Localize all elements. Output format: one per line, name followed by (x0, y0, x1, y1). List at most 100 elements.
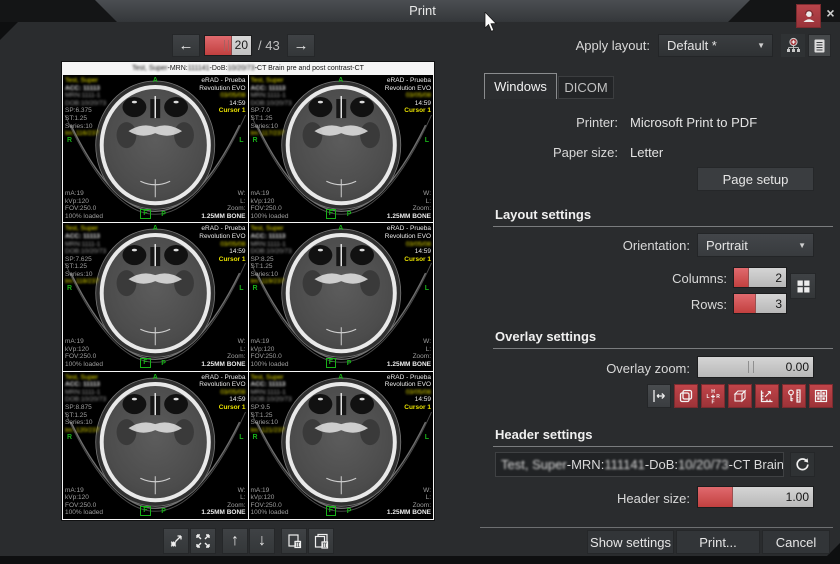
overlay-settings-title: Overlay settings (495, 329, 596, 344)
prev-page-button[interactable]: ← (172, 34, 200, 57)
dialog-title: Print (95, 0, 750, 22)
overlay-zoom-handle[interactable] (748, 361, 754, 373)
header-text-input[interactable]: Test, Super-MRN:111141-DoB:10/20/73-CT B… (495, 452, 784, 477)
arrow-left-icon: ← (179, 37, 194, 54)
chevron-down-icon: ▼ (757, 41, 765, 50)
preview-cell[interactable]: Test, SuperACC: 11113MRN:1111-1DOB:10/20… (249, 75, 434, 222)
chevron-down-icon: ▼ (798, 241, 806, 250)
mouse-cursor (484, 12, 498, 33)
header-size-slider[interactable]: 1.00 (697, 486, 814, 508)
show-settings-button[interactable]: Show settings (587, 530, 674, 554)
move-page-up-icon: ↑ (231, 532, 239, 550)
page-setup-button[interactable]: Page setup (697, 167, 814, 191)
preview-cell-grid: Test, SuperACC: 11113MRN:1111-1DOB:10/20… (63, 75, 433, 519)
page-number-drag-handle[interactable] (205, 36, 232, 55)
orientation-marker-left: L (239, 137, 243, 145)
cell-overlay-bottom-right: W:L:Zoom:1.25MM BONE (387, 338, 431, 368)
show-settings-label: Show settings (590, 535, 671, 550)
rows-drag-handle[interactable] (734, 294, 756, 313)
save-layout-button[interactable] (781, 34, 805, 57)
orientation-marker-anterior: A (338, 374, 343, 382)
cell-overlay-top-left: Test, SuperACC: 11113MRN:1111-1DOB:10/20… (251, 77, 292, 138)
apply-layout-select[interactable]: Default * ▼ (658, 34, 773, 57)
delete-page-button[interactable] (281, 528, 307, 554)
orientation-marker-posterior: P (161, 211, 166, 219)
orientation-cube-toggle[interactable] (728, 384, 752, 408)
orientation-select[interactable]: Portrait ▼ (697, 233, 814, 257)
cell-overlay-top-left: Test, SuperACC: 11113MRN:1111-1DOB:10/20… (251, 374, 292, 435)
orientation-marker-anterior: A (153, 77, 158, 85)
cell-overlay-top-left: Test, SuperACC: 11113MRN:1111-1DOB:10/20… (251, 225, 292, 286)
preview-cell[interactable]: Test, SuperACC: 11113MRN:1111-1DOB:10/20… (249, 223, 434, 370)
overlay-settings-divider (493, 348, 833, 349)
preview-cell[interactable]: Test, SuperACC: 11113MRN:1111-1DOB:10/20… (249, 372, 434, 519)
delete-page-icon (286, 533, 303, 550)
orientation-marker-flip-box: F (326, 209, 336, 219)
fit-content-button[interactable] (163, 528, 189, 554)
move-page-up-button[interactable]: ↑ (222, 528, 248, 554)
overlay-zoom-slider[interactable]: 0.00 (697, 356, 814, 378)
footer-divider (480, 527, 833, 528)
header-size-label: Header size: (480, 488, 690, 510)
cell-overlay-bottom-left: mA:19kVp:120FOV:250.0100% loaded (65, 487, 103, 517)
orientation-marker-posterior: P (347, 508, 352, 516)
rows-stepper[interactable]: 3 (733, 293, 787, 314)
header-reset-button[interactable] (790, 452, 815, 477)
overlay-stack-toggle[interactable] (674, 384, 698, 408)
cell-overlay-top-right: eRAD - PruebaRevolution EVO03/05/0814:59… (385, 77, 431, 115)
cell-overlay-bottom-left: mA:19kVp:120FOV:250.0100% loaded (65, 190, 103, 220)
ruler-corner-icon (759, 388, 775, 404)
page-number-stepper[interactable]: 20 (204, 35, 252, 56)
measure-key-toggle[interactable] (782, 384, 806, 408)
printer-label: Printer: (480, 112, 618, 134)
next-page-button[interactable]: → (287, 34, 315, 57)
orientation-letters-toggle[interactable]: H L R F (701, 384, 725, 408)
cell-overlay-bottom-left: mA:19kVp:120FOV:250.0100% loaded (251, 190, 289, 220)
columns-drag-handle[interactable] (734, 268, 749, 287)
move-page-down-button[interactable]: ↓ (249, 528, 275, 554)
columns-label: Columns: (480, 268, 727, 290)
fit-content-icon (168, 533, 184, 549)
orientation-marker-flip-box: F (326, 506, 336, 516)
overlay-grid-toggle[interactable] (809, 384, 833, 408)
tab-dicom[interactable]: DICOM (558, 76, 614, 99)
columns-stepper[interactable]: 2 (733, 267, 787, 288)
expand-button[interactable] (190, 528, 216, 554)
header-size-handle[interactable] (698, 487, 733, 507)
tab-windows[interactable]: Windows (484, 73, 557, 99)
grid-layout-button[interactable] (790, 273, 816, 299)
preview-cell[interactable]: Test, SuperACC: 11113MRN:1111-1DOB:10/20… (63, 75, 248, 222)
overlay-pan-toggle[interactable] (647, 384, 671, 408)
support-button[interactable] (796, 4, 821, 28)
cell-overlay-top-right: eRAD - PruebaRevolution EVO03/05/0814:59… (199, 374, 245, 412)
preview-page-header: Test, Super-MRN:111141-DoB:10/20/73-CT B… (62, 62, 434, 75)
cell-overlay-bottom-left: mA:19kVp:120FOV:250.0100% loaded (65, 338, 103, 368)
orientation-marker-right: R (253, 137, 258, 145)
preview-cell[interactable]: Test, SuperACC: 11113MRN:1111-1DOB:10/20… (63, 372, 248, 519)
overlay-zoom-label: Overlay zoom: (480, 358, 690, 380)
cancel-button[interactable]: Cancel (762, 530, 830, 554)
orientation-marker-right: R (253, 285, 258, 293)
preview-cell[interactable]: Test, SuperACC: 11113MRN:1111-1DOB:10/20… (63, 223, 248, 370)
layout-settings-title: Layout settings (495, 207, 591, 222)
print-button[interactable]: Print... (676, 530, 760, 554)
refresh-icon (794, 456, 811, 473)
header-settings-divider (493, 446, 833, 447)
layout-presets-button[interactable] (808, 34, 831, 57)
paper-size-label: Paper size: (480, 142, 618, 164)
rows-label: Rows: (480, 294, 727, 316)
delete-all-pages-button[interactable] (308, 528, 334, 554)
cell-overlay-bottom-left: mA:19kVp:120FOV:250.0100% loaded (251, 487, 289, 517)
ruler-corner-toggle[interactable] (755, 384, 779, 408)
cell-overlay-top-right: eRAD - PruebaRevolution EVO03/05/0814:59… (385, 374, 431, 412)
titlebar: Print (0, 0, 840, 22)
overlay-stack-icon (678, 388, 694, 404)
tab-dicom-label: DICOM (564, 80, 607, 95)
orientation-marker-posterior: P (347, 211, 352, 219)
print-preview-page[interactable]: Test, Super-MRN:111141-DoB:10/20/73-CT B… (62, 62, 434, 520)
close-button[interactable]: × (822, 3, 839, 23)
svg-text:H: H (711, 389, 715, 395)
orientation-marker-left: L (239, 434, 243, 442)
orientation-marker-flip-box: F (140, 209, 150, 219)
cell-overlay-top-right: eRAD - PruebaRevolution EVO03/05/0814:59… (199, 77, 245, 115)
